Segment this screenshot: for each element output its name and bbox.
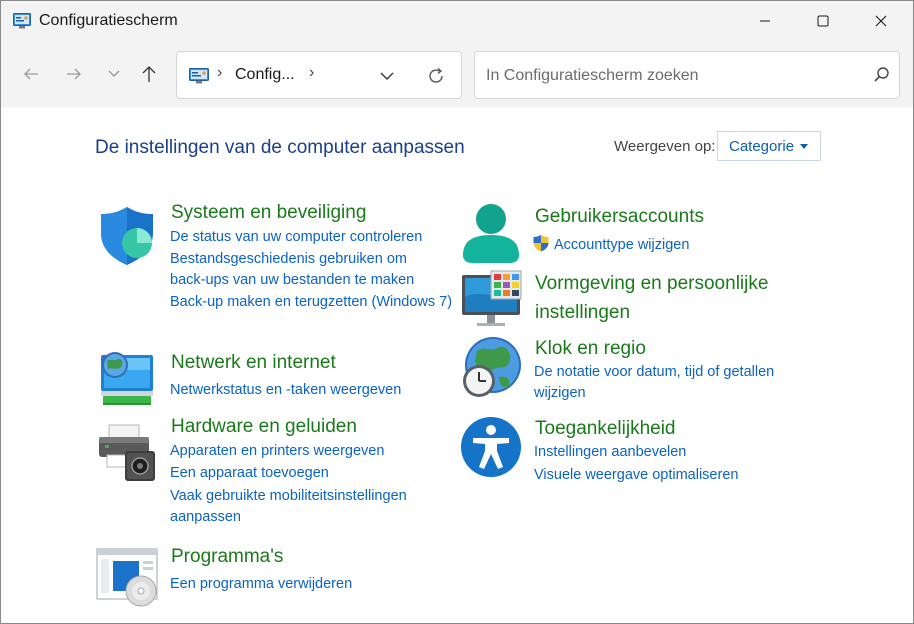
minimize-icon (760, 20, 770, 22)
title-bar: Configuratiescherm (1, 1, 913, 41)
address-bar[interactable]: › Config... › (176, 51, 462, 99)
monitor-icon[interactable] (459, 267, 523, 331)
uac-shield-icon (533, 235, 549, 252)
up-button[interactable] (134, 59, 164, 89)
link-change-account-type[interactable]: Accounttype wijzigen (532, 234, 689, 256)
page-title: De instellingen van de computer aanpasse… (95, 137, 465, 158)
link-backup-restore[interactable]: Back-up maken en terugzetten (Windows 7) (170, 292, 455, 313)
category-title-accessibility[interactable]: Toegankelijkheid (535, 418, 676, 440)
category-title-users[interactable]: Gebruikersaccounts (535, 206, 704, 228)
control-panel-icon (13, 13, 31, 29)
link-change-account-type-label: Accounttype wijzigen (554, 237, 690, 253)
control-panel-icon (189, 68, 209, 84)
refresh-icon[interactable] (426, 66, 446, 86)
link-devices-printers[interactable]: Apparaten en printers weergeven (170, 441, 384, 462)
clock-globe-icon[interactable] (459, 335, 523, 399)
up-icon (142, 66, 156, 82)
search-input[interactable]: In Configuratiescherm zoeken (486, 67, 699, 85)
link-recommend-settings[interactable]: Instellingen aanbevelen (534, 442, 686, 463)
close-icon (875, 15, 887, 27)
back-button[interactable] (16, 59, 46, 89)
link-file-history[interactable]: Bestandsgeschiedenis gebruiken om back-u… (170, 249, 432, 291)
recent-locations-button[interactable] (99, 59, 129, 89)
view-by-label: Weergeven op: (614, 138, 716, 155)
link-optimize-visual[interactable]: Visuele weergave optimaliseren (534, 465, 738, 486)
breadcrumb-separator[interactable]: › (217, 64, 222, 82)
link-add-device[interactable]: Een apparaat toevoegen (170, 463, 329, 484)
printer-icon[interactable] (95, 421, 159, 485)
category-title-appearance[interactable]: Vormgeving en persoonlijke instellingen (535, 269, 825, 327)
maximize-button[interactable] (794, 1, 852, 41)
search-box[interactable]: In Configuratiescherm zoeken (474, 51, 900, 99)
link-date-format[interactable]: De notatie voor datum, tijd of getallen … (534, 362, 809, 404)
shield-icon[interactable] (95, 203, 159, 267)
content-area: De instellingen van de computer aanpasse… (1, 107, 913, 623)
breadcrumb[interactable]: Config... (235, 66, 295, 84)
caret-down-icon (800, 144, 808, 149)
close-button[interactable] (852, 1, 910, 41)
programs-icon[interactable] (95, 545, 159, 609)
category-title-clock[interactable]: Klok en regio (535, 338, 646, 360)
control-panel-window: Configuratiescherm › Config... › In Conf… (0, 0, 914, 624)
chevron-down-icon[interactable] (377, 66, 397, 86)
category-title-hardware[interactable]: Hardware en geluiden (171, 416, 357, 438)
link-mobility-settings[interactable]: Vaak gebruikte mobiliteitsinstellingen a… (170, 486, 432, 528)
minimize-button[interactable] (736, 1, 794, 41)
maximize-icon (817, 15, 829, 27)
link-check-status[interactable]: De status van uw computer controleren (170, 227, 422, 248)
view-by-dropdown[interactable]: Categorie (717, 131, 821, 161)
category-title-programs[interactable]: Programma's (171, 546, 283, 568)
window-title: Configuratiescherm (39, 12, 178, 29)
search-icon[interactable] (873, 66, 891, 84)
link-network-status[interactable]: Netwerkstatus en -taken weergeven (170, 380, 401, 401)
back-icon (24, 68, 38, 80)
forward-icon (67, 68, 81, 80)
forward-button[interactable] (59, 59, 89, 89)
category-title-network[interactable]: Netwerk en internet (171, 352, 336, 374)
category-title-system[interactable]: Systeem en beveiliging (171, 202, 366, 224)
view-by-value: Categorie (729, 137, 795, 155)
recent-icon (108, 70, 120, 77)
link-uninstall-program[interactable]: Een programma verwijderen (170, 574, 352, 595)
network-icon[interactable] (95, 347, 159, 411)
breadcrumb-separator[interactable]: › (309, 64, 314, 82)
accessibility-icon[interactable] (459, 415, 523, 479)
user-icon[interactable] (459, 201, 523, 265)
navigation-bar: › Config... › In Configuratiescherm zoek… (1, 41, 913, 107)
